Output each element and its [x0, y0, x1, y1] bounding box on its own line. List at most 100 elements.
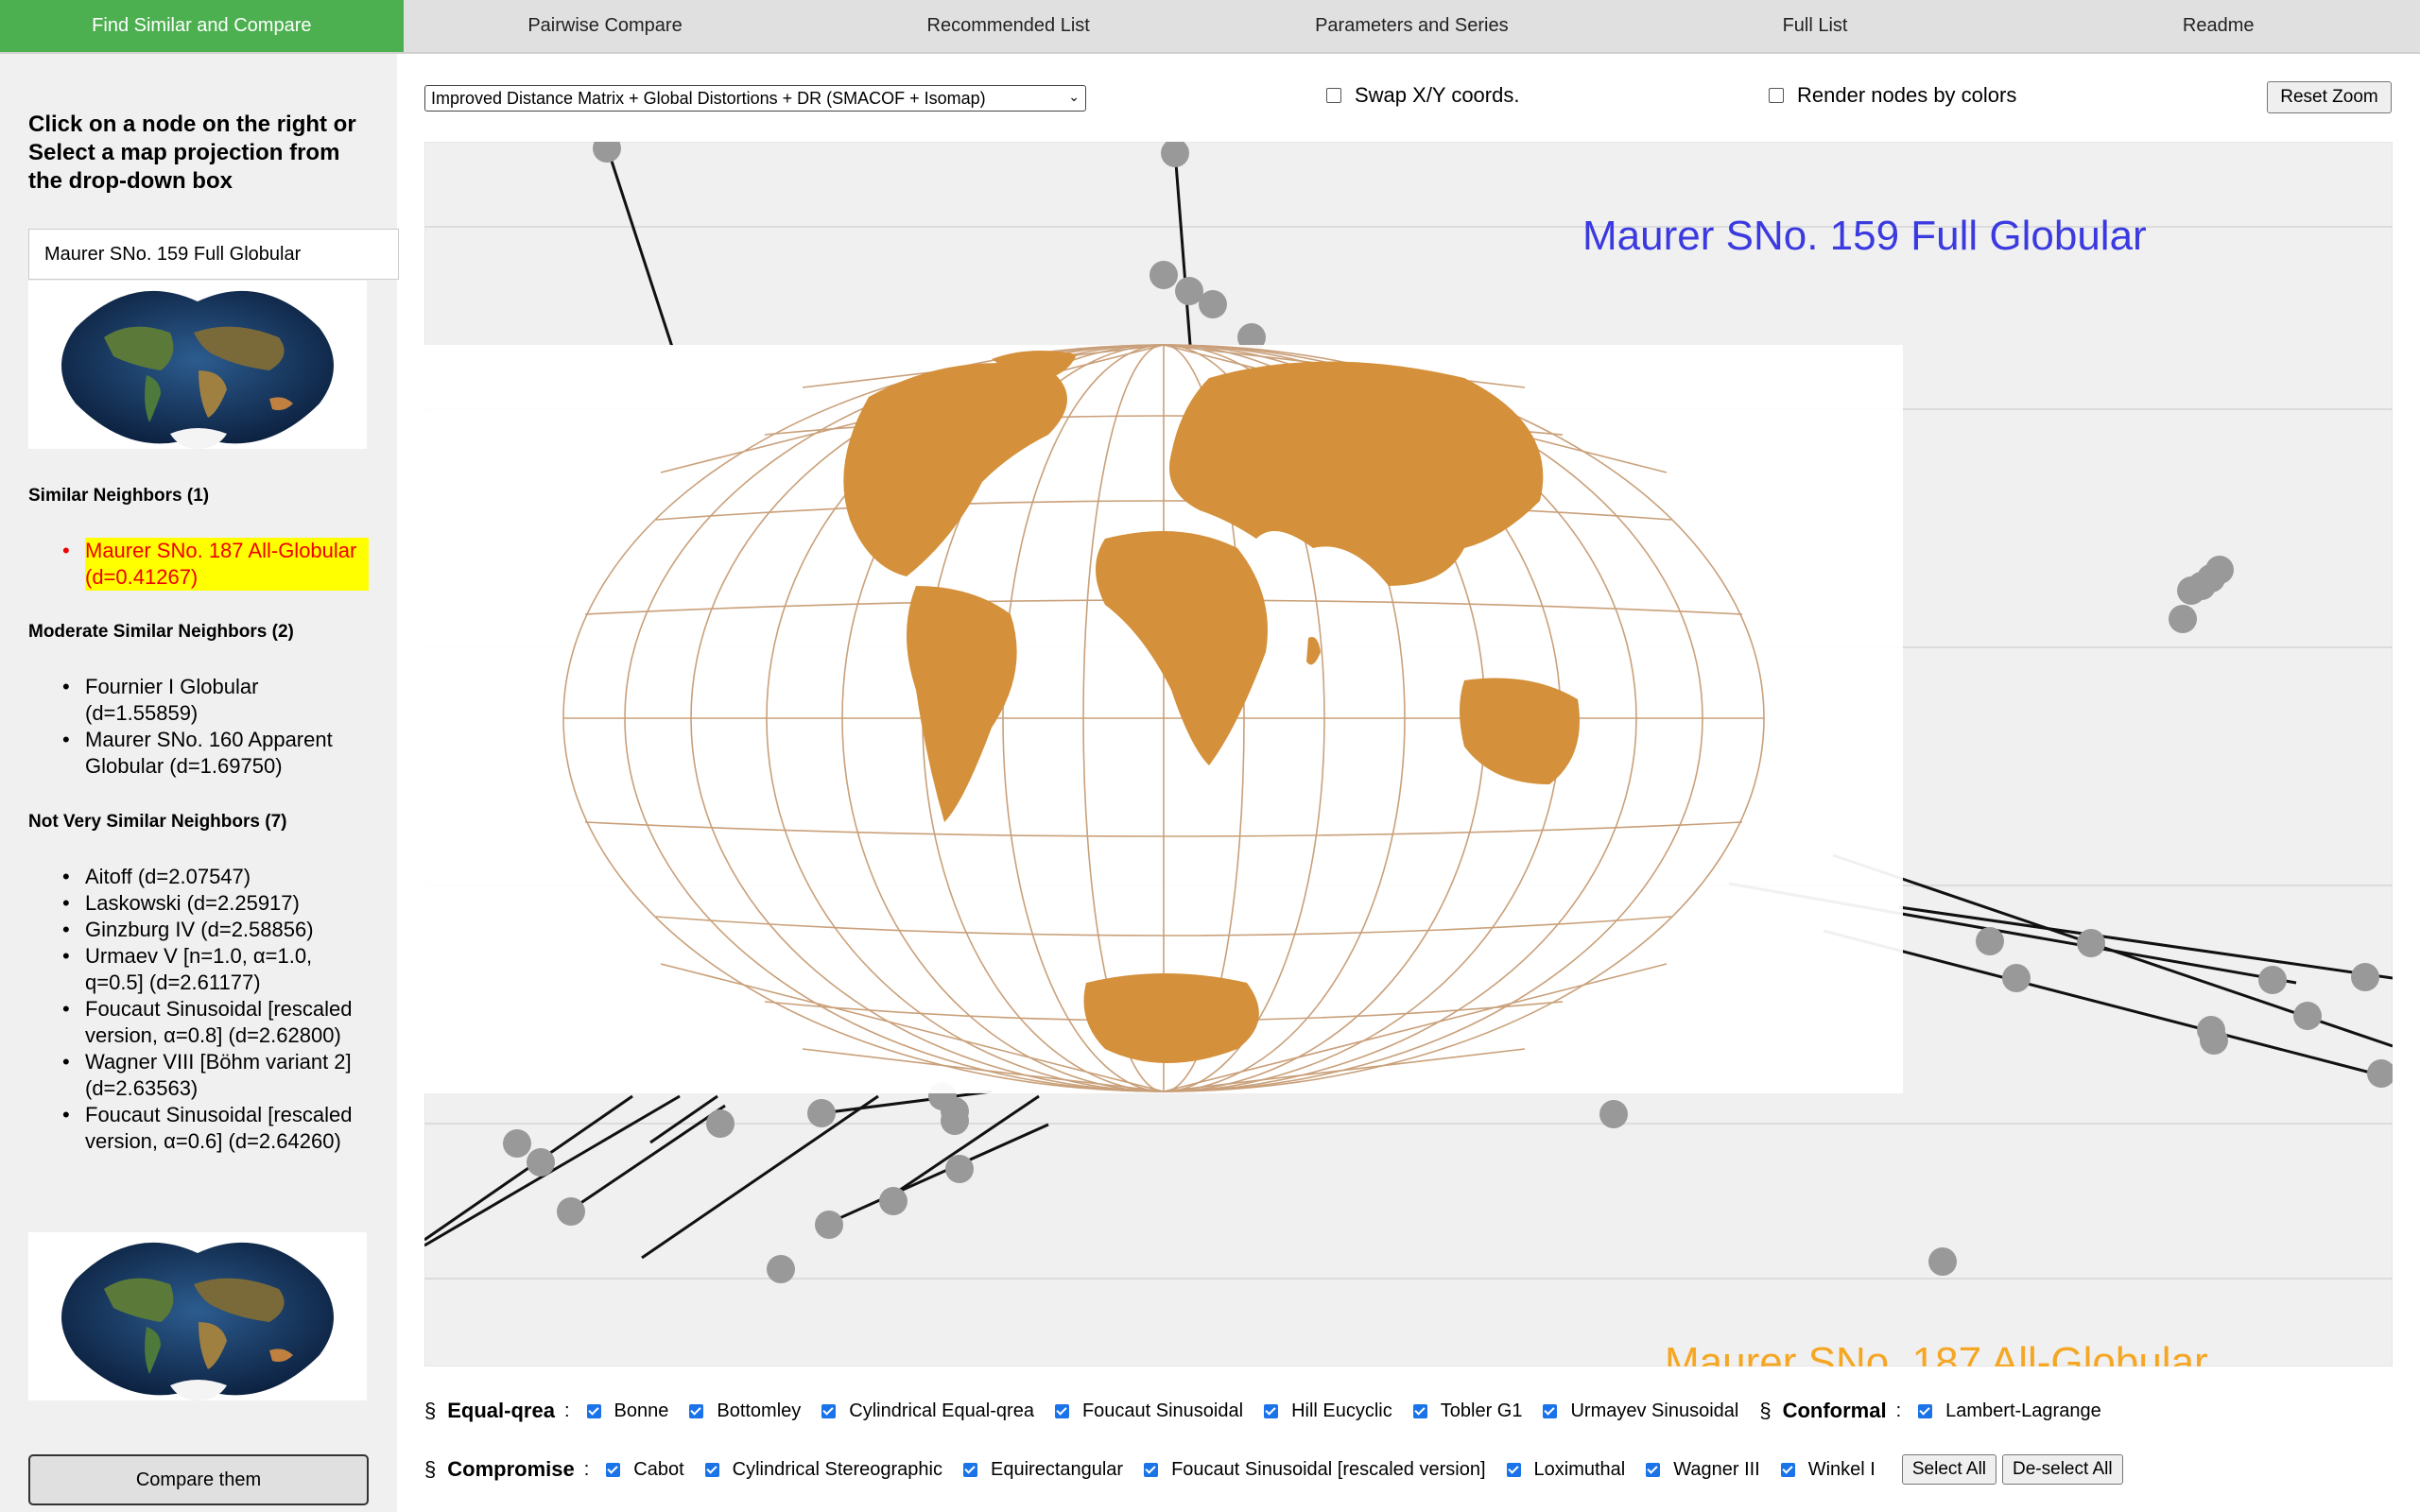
filter-label: Hill Eucyclic — [1291, 1400, 1392, 1421]
checkbox-checked[interactable] — [704, 1462, 719, 1477]
filter-checkbox[interactable]: Equirectangular — [963, 1459, 1123, 1481]
filter-checkbox[interactable]: Foucaut Sinusoidal — [1054, 1400, 1244, 1422]
reset-zoom-button[interactable]: Reset Zoom — [2267, 81, 2392, 113]
render-colors-checkbox[interactable]: Render nodes by colors — [1769, 83, 2016, 108]
neighbor-item[interactable]: Maurer SNo. 187 All-Globular (d=0.41267) — [28, 538, 369, 591]
filter-checkbox[interactable]: Bonne — [586, 1400, 669, 1422]
checkbox-checked[interactable] — [1264, 1403, 1279, 1418]
filter-label: Bonne — [614, 1400, 669, 1421]
dropdown-value: Improved Distance Matrix + Global Distor… — [431, 88, 986, 108]
neighbor-item[interactable]: Aitoff (d=2.07547) — [28, 864, 369, 890]
filter-label: Urmayev Sinusoidal — [1570, 1400, 1739, 1421]
render-colors-label: Render nodes by colors — [1797, 83, 2017, 107]
tab-full-list[interactable]: Full List — [1614, 0, 2017, 52]
moderate-list: Fournier I Globular (d=1.55859) Maurer S… — [28, 674, 369, 780]
filter-label: Cylindrical Stereographic — [732, 1458, 942, 1480]
checkbox-checked[interactable] — [606, 1462, 621, 1477]
filter-label: Cylindrical Equal-qrea — [849, 1400, 1034, 1421]
filter-label: Foucaut Sinusoidal — [1081, 1400, 1244, 1421]
filter-checkbox[interactable]: Lambert-Lagrange — [1918, 1400, 2101, 1422]
tab-pairwise-compare[interactable]: Pairwise Compare — [404, 0, 807, 52]
neighbor-projection-thumbnail — [28, 1232, 367, 1400]
filter-checkbox[interactable]: Cylindrical Stereographic — [704, 1458, 942, 1481]
neighbor-item[interactable]: Wagner VIII [Böhm variant 2] (d=2.63563) — [28, 1049, 369, 1102]
filter-label: Wagner III — [1673, 1458, 1760, 1480]
filter-checkbox[interactable]: Cylindrical Equal-qrea — [821, 1400, 1034, 1422]
filter-checkbox[interactable]: Cabot — [606, 1458, 684, 1481]
checkbox-checked[interactable] — [1412, 1403, 1427, 1418]
filter-row-2: § Compromise : Cabot Cylindrical Stereog… — [424, 1454, 2123, 1485]
neighbor-item[interactable]: Foucaut Sinusoidal [rescaled version, α=… — [28, 996, 369, 1049]
checkbox-checked[interactable] — [1543, 1403, 1558, 1418]
similar-list: Maurer SNo. 187 All-Globular (d=0.41267) — [28, 538, 369, 591]
neighbor-item[interactable]: Urmaev V [n=1.0, α=1.0, q=0.5] (d=2.6117… — [28, 943, 369, 996]
filter-label: Bottomley — [717, 1400, 802, 1421]
filter-checkbox[interactable]: Loximuthal — [1506, 1458, 1626, 1481]
filter-checkbox[interactable]: Foucaut Sinusoidal [rescaled version] — [1144, 1458, 1486, 1481]
checkbox-checked[interactable] — [1506, 1462, 1521, 1477]
section-mark: § — [424, 1457, 437, 1481]
group-label-equal-area: Equal-qrea — [447, 1399, 555, 1422]
sidebar-instructions: Click on a node on the right or Select a… — [28, 112, 356, 194]
group-colon: : — [583, 1458, 590, 1480]
group-colon: : — [563, 1400, 570, 1421]
selected-projection-label: Maurer SNo. 159 Full Globular — [1582, 213, 2147, 259]
checkbox-checked[interactable] — [963, 1462, 977, 1477]
projection-map-image — [424, 344, 1903, 1093]
selected-projection-thumbnail — [28, 281, 367, 449]
checkbox-box[interactable] — [1769, 88, 1784, 103]
checkbox-checked[interactable] — [689, 1403, 704, 1418]
swap-xy-checkbox[interactable]: Swap X/Y coords. — [1326, 83, 1519, 108]
neighbor-item[interactable]: Foucaut Sinusoidal [rescaled version, α=… — [28, 1102, 369, 1155]
neighbor-item[interactable]: Ginzburg IV (d=2.58856) — [28, 917, 369, 943]
filter-checkbox[interactable]: Tobler G1 — [1412, 1400, 1523, 1422]
checkbox-checked[interactable] — [1144, 1462, 1159, 1477]
filter-checkbox[interactable]: Bottomley — [689, 1400, 801, 1422]
filter-label: Tobler G1 — [1440, 1400, 1523, 1421]
filter-label: Loximuthal — [1533, 1458, 1626, 1480]
filter-label: Equirectangular — [991, 1458, 1124, 1480]
top-tab-bar: Find Similar and Compare Pairwise Compar… — [0, 0, 2420, 54]
swap-xy-label: Swap X/Y coords. — [1355, 83, 1520, 107]
projection-method-dropdown[interactable]: Improved Distance Matrix + Global Distor… — [424, 85, 1086, 112]
moderate-heading: Moderate Similar Neighbors (2) — [28, 622, 294, 642]
checkbox-checked[interactable] — [586, 1403, 601, 1418]
tab-recommended-list[interactable]: Recommended List — [806, 0, 1210, 52]
tab-readme[interactable]: Readme — [2016, 0, 2420, 52]
filter-checkbox[interactable]: Hill Eucyclic — [1264, 1400, 1392, 1422]
compare-button[interactable]: Compare them — [28, 1454, 369, 1505]
filter-checkbox[interactable]: Urmayev Sinusoidal — [1543, 1400, 1738, 1422]
similar-heading: Similar Neighbors (1) — [28, 486, 210, 506]
checkbox-checked[interactable] — [821, 1403, 837, 1418]
chevron-down-icon: ⌄ — [1068, 89, 1080, 104]
group-label-compromise: Compromise — [447, 1457, 575, 1481]
neighbor-item[interactable]: Maurer SNo. 160 Apparent Globular (d=1.6… — [28, 727, 369, 780]
checkbox-checked[interactable] — [1780, 1462, 1795, 1477]
filter-checkbox[interactable]: Wagner III — [1646, 1459, 1760, 1481]
neighbor-projection-label: Maurer SNo. 187 All-Globular — [1665, 1339, 2208, 1366]
checkbox-checked[interactable] — [1646, 1462, 1661, 1477]
checkbox-checked[interactable] — [1054, 1403, 1069, 1418]
filter-label: Winkel I — [1807, 1458, 1876, 1480]
section-mark: § — [1759, 1399, 1772, 1422]
checkbox-checked[interactable] — [1918, 1403, 1933, 1418]
projection-search-input[interactable] — [28, 229, 399, 280]
deselect-all-button[interactable]: De-select All — [2002, 1454, 2123, 1485]
filter-label: Lambert-Lagrange — [1945, 1400, 2101, 1421]
tab-parameters-series[interactable]: Parameters and Series — [1210, 0, 1614, 52]
checkbox-box[interactable] — [1326, 88, 1341, 103]
filter-checkbox[interactable]: Winkel I — [1780, 1458, 1876, 1481]
not-very-similar-list: Aitoff (d=2.07547) Laskowski (d=2.25917)… — [28, 864, 369, 1155]
neighbor-item[interactable]: Fournier I Globular (d=1.55859) — [28, 674, 369, 727]
group-label-conformal: Conformal — [1782, 1399, 1887, 1422]
neighbor-item[interactable]: Laskowski (d=2.25917) — [28, 890, 369, 917]
filter-label: Foucaut Sinusoidal [rescaled version] — [1171, 1458, 1486, 1480]
group-colon: : — [1895, 1400, 1902, 1421]
select-all-button[interactable]: Select All — [1901, 1454, 1997, 1485]
not-very-similar-heading: Not Very Similar Neighbors (7) — [28, 812, 287, 832]
projection-scatter-plot[interactable]: Maurer SNo. 159 Full Globular Maurer SNo… — [424, 142, 2393, 1366]
tab-find-similar[interactable]: Find Similar and Compare — [0, 0, 404, 52]
section-mark: § — [424, 1399, 437, 1422]
filter-label: Cabot — [633, 1458, 684, 1480]
filter-row-1: § Equal-qrea : Bonne Bottomley Cylindric… — [424, 1397, 2122, 1425]
